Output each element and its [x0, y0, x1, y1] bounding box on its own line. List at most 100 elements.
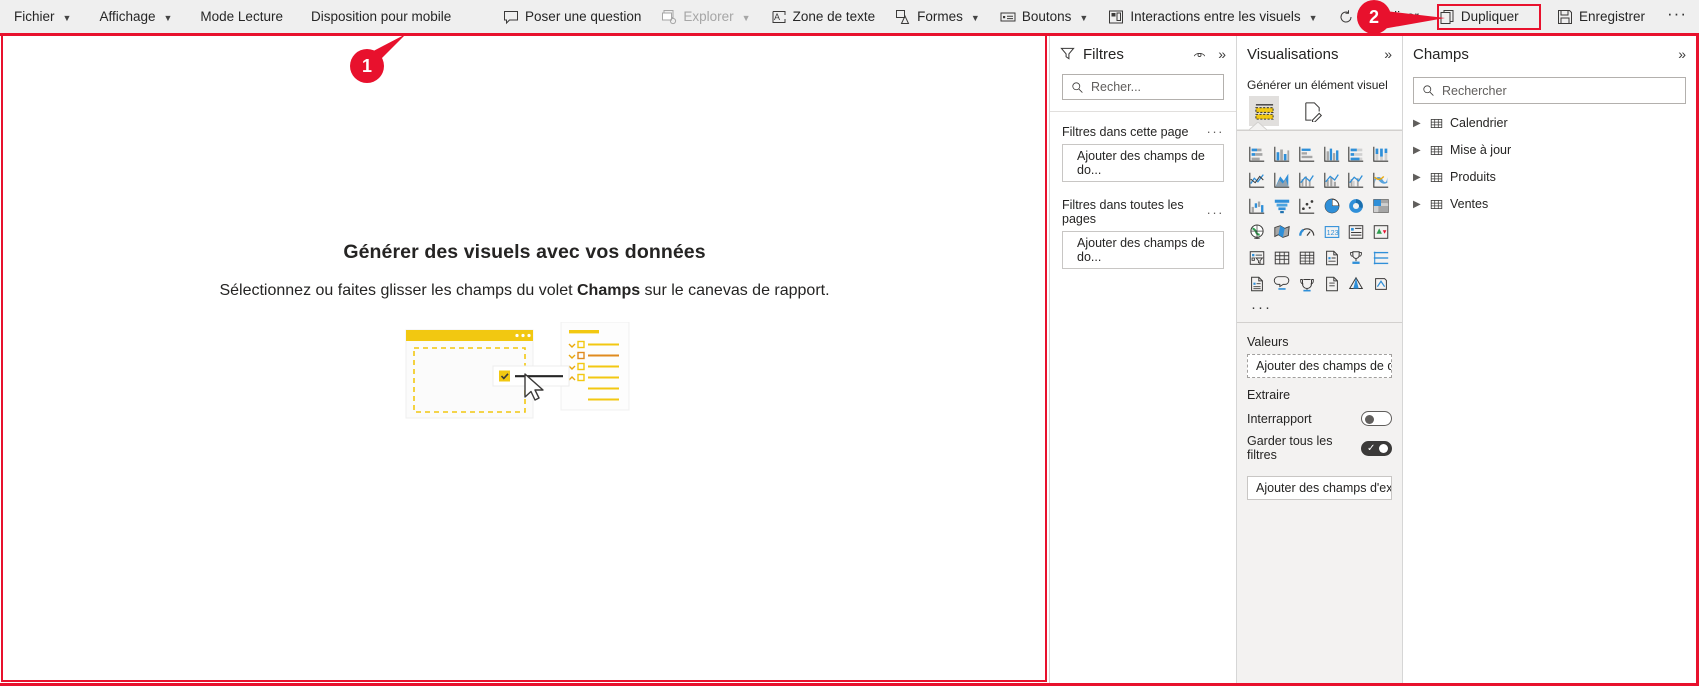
chevron-right-icon[interactable]: ▶: [1413, 199, 1423, 210]
visualizations-subtitle: Générer un élément visuel: [1247, 78, 1388, 92]
button-enregistrer-label: Enregistrer: [1578, 9, 1646, 24]
field-table-produits[interactable]: ▶ Produits: [1403, 166, 1696, 188]
field-table-calendrier-label: Calendrier: [1450, 116, 1508, 130]
empty-state-illustration: [405, 322, 645, 419]
stacked-area-chart-icon[interactable]: [1295, 169, 1319, 191]
filters-all-pages-label: Filtres dans toutes les pages: [1062, 198, 1184, 226]
line-stacked-column-icon[interactable]: [1320, 169, 1344, 191]
values-well-dropzone-label: Ajouter des champs de don...: [1256, 359, 1391, 373]
interactions-icon: [1108, 9, 1124, 25]
chevron-double-right-icon[interactable]: »: [1218, 46, 1226, 62]
map-icon[interactable]: [1245, 221, 1269, 243]
button-explorer[interactable]: Explorer ▼: [651, 0, 760, 33]
chevron-down-icon: ▼: [163, 12, 173, 23]
donut-chart-icon[interactable]: [1344, 195, 1368, 217]
filters-search-input[interactable]: Recher...: [1062, 74, 1224, 100]
toggle-garder-tous-les-filtres[interactable]: ✓: [1361, 440, 1392, 456]
narrative-icon[interactable]: [1270, 273, 1294, 295]
button-zone-de-texte[interactable]: A Zone de texte: [761, 0, 886, 33]
menu-mode-lecture[interactable]: Mode Lecture: [186, 0, 297, 33]
line-chart-icon[interactable]: [1245, 169, 1269, 191]
button-icon: [1000, 9, 1016, 25]
chevron-right-icon[interactable]: ▶: [1413, 145, 1423, 156]
matrix-icon[interactable]: [1295, 247, 1319, 269]
field-table-mise-a-jour[interactable]: ▶ Mise à jour: [1403, 139, 1696, 161]
scatter-chart-icon[interactable]: [1295, 195, 1319, 217]
filters-all-pages-more-button[interactable]: ···: [1207, 205, 1225, 220]
eye-icon[interactable]: [1192, 48, 1207, 61]
field-table-calendrier[interactable]: ▶ Calendrier: [1403, 112, 1696, 134]
card-icon[interactable]: 123: [1320, 221, 1344, 243]
toolbar-overflow-button[interactable]: ···: [1659, 4, 1699, 30]
filters-page-label: Filtres dans cette page: [1062, 124, 1189, 139]
svg-text:A: A: [774, 12, 780, 22]
100-stacked-bar-chart-icon[interactable]: [1344, 143, 1368, 165]
visualizations-panel-title: Visualisations: [1247, 45, 1339, 63]
menu-affichage[interactable]: Affichage ▼: [85, 0, 186, 33]
decomposition-tree-icon[interactable]: [1369, 247, 1393, 269]
multi-row-card-icon[interactable]: [1344, 221, 1368, 243]
paginated-report-icon[interactable]: [1245, 273, 1269, 295]
100-stacked-column-chart-icon[interactable]: [1369, 143, 1393, 165]
line-clustered-column-icon[interactable]: [1344, 169, 1368, 191]
gauge-icon[interactable]: [1295, 221, 1319, 243]
button-boutons[interactable]: Boutons ▼: [990, 0, 1098, 33]
filters-panel-tools: »: [1192, 46, 1226, 62]
filters-panel-title: Filtres: [1083, 45, 1124, 63]
visualizations-gallery: 123 ···: [1237, 131, 1402, 322]
key-influencers-icon[interactable]: [1344, 247, 1368, 269]
visualizations-more-button[interactable]: ···: [1237, 295, 1402, 322]
filters-panel-header: Filtres »: [1050, 36, 1236, 72]
fields-panel-tools: »: [1678, 46, 1686, 62]
field-table-ventes[interactable]: ▶ Ventes: [1403, 193, 1696, 215]
area-chart-icon[interactable]: [1270, 169, 1294, 191]
values-well-label: Valeurs: [1247, 335, 1289, 349]
stacked-column-chart-icon[interactable]: [1270, 143, 1294, 165]
stacked-bar-chart-icon[interactable]: [1245, 143, 1269, 165]
canvas-empty-state: Générer des visuels avec vos données Sél…: [219, 241, 830, 422]
filters-page-more-button[interactable]: ···: [1207, 124, 1225, 139]
clustered-bar-chart-icon[interactable]: [1295, 143, 1319, 165]
powerapps-icon[interactable]: [1320, 273, 1344, 295]
table-icon: [1430, 144, 1443, 157]
pie-chart-icon[interactable]: [1320, 195, 1344, 217]
kpi-icon[interactable]: [1369, 221, 1393, 243]
save-icon: [1557, 9, 1573, 25]
report-canvas[interactable]: Générer des visuels avec vos données Sél…: [3, 36, 1046, 680]
metrics-icon[interactable]: [1295, 273, 1319, 295]
button-formes[interactable]: Formes ▼: [885, 0, 990, 33]
power-bi-report-editor: Fichier ▼ Affichage ▼ Mode Lecture Dispo…: [0, 0, 1699, 686]
filled-map-icon[interactable]: [1270, 221, 1294, 243]
drill-through-dropzone[interactable]: Ajouter des champs d'extr...: [1247, 476, 1392, 500]
r-script-visual-icon[interactable]: [1320, 247, 1344, 269]
fields-search-input[interactable]: Rechercher: [1413, 77, 1686, 104]
filters-all-pages-section-label: Filtres dans toutes les pages ···: [1050, 182, 1236, 231]
menu-affichage-label: Affichage: [99, 9, 156, 24]
treemap-icon[interactable]: [1369, 195, 1393, 217]
filters-all-pages-dropzone[interactable]: Ajouter des champs de do...: [1062, 231, 1224, 269]
menu-fichier[interactable]: Fichier ▼: [0, 0, 85, 33]
button-interactions-entre-les-visuels[interactable]: Interactions entre les visuels ▼: [1098, 0, 1327, 33]
clustered-column-chart-icon[interactable]: [1320, 143, 1344, 165]
field-table-ventes-label: Ventes: [1450, 197, 1489, 211]
waterfall-chart-icon[interactable]: [1245, 195, 1269, 217]
chevron-double-right-icon[interactable]: »: [1384, 46, 1392, 62]
chevron-double-right-icon[interactable]: »: [1678, 46, 1686, 62]
slicer-icon[interactable]: [1245, 247, 1269, 269]
menu-disposition-mobile-label: Disposition pour mobile: [310, 9, 452, 24]
filters-page-dropzone[interactable]: Ajouter des champs de do...: [1062, 144, 1224, 182]
azure-map-icon[interactable]: [1344, 273, 1368, 295]
funnel-chart-icon[interactable]: [1270, 195, 1294, 217]
python-visual-icon[interactable]: [1369, 273, 1393, 295]
fields-tree: ▶ Calendrier ▶ Mise à jour ▶ Produits ▶ …: [1403, 112, 1696, 215]
button-poser-une-question[interactable]: Poser une question: [493, 0, 651, 33]
ribbon-chart-icon[interactable]: [1369, 169, 1393, 191]
chevron-right-icon[interactable]: ▶: [1413, 118, 1423, 129]
toggle-interrapport[interactable]: [1361, 411, 1392, 426]
button-enregistrer[interactable]: Enregistrer: [1543, 0, 1659, 33]
values-well-dropzone[interactable]: Ajouter des champs de don...: [1247, 354, 1392, 378]
fields-panel-title: Champs: [1413, 45, 1469, 63]
chevron-right-icon[interactable]: ▶: [1413, 172, 1423, 183]
table-icon[interactable]: [1270, 247, 1294, 269]
check-icon: ✓: [1367, 442, 1376, 454]
